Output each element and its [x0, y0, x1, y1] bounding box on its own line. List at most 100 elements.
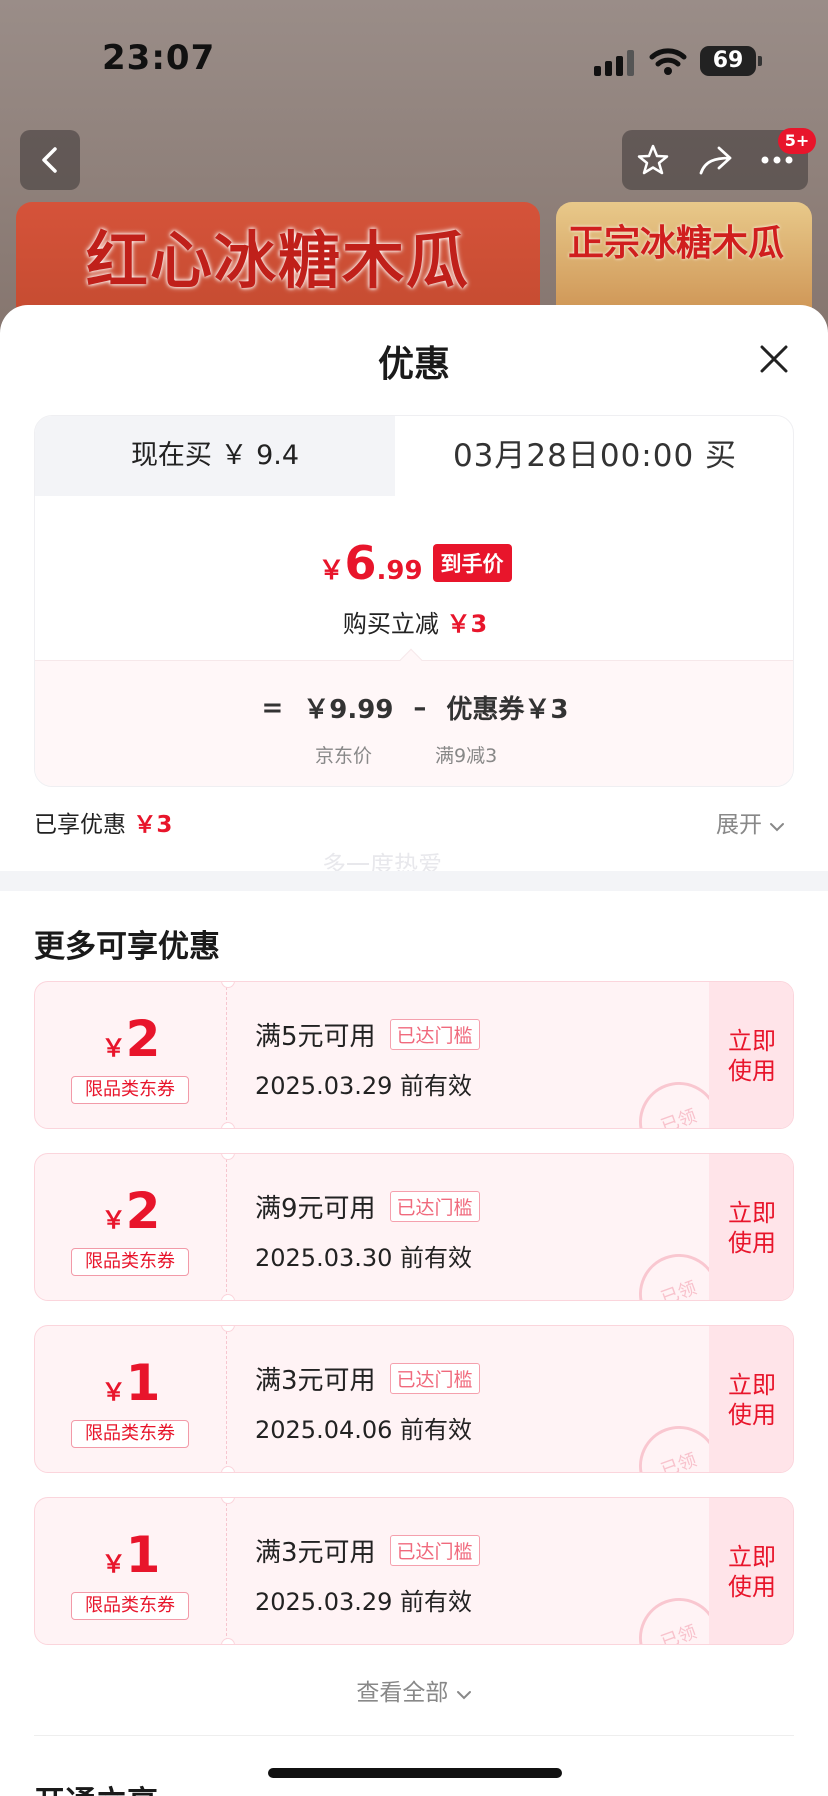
price-decimal: .99: [376, 556, 423, 586]
use-now-line2: 使用: [728, 1229, 776, 1257]
coupon-card: ￥1 限品类东券 满3元可用 已达门槛 2025.04.06 前有效 已领 立即使…: [34, 1325, 794, 1473]
see-all-label: 查看全部: [356, 1680, 449, 1706]
threshold-reached-badge: 已达门槛: [389, 1019, 480, 1050]
use-now-line2: 使用: [728, 1057, 776, 1085]
coupon-notch: [221, 1466, 235, 1472]
coupon-amount: ￥1: [35, 1354, 227, 1412]
tab-buy-later[interactable]: 03月28日00:00 买: [395, 416, 793, 496]
coupon-type-tag: 限品类东券: [71, 1592, 189, 1620]
use-now-button[interactable]: 立即 使用: [709, 1498, 793, 1644]
enjoyed-label: 已享优惠: [34, 812, 134, 838]
banner-left-text: 红心冰糖木瓜: [86, 224, 471, 297]
coupon-condition: 满3元可用 已达门槛: [255, 1532, 480, 1569]
coupon-condition-text: 满5元可用: [255, 1022, 376, 1052]
breakdown-row: = ￥9.99 – 优惠券￥3: [35, 689, 793, 726]
sheet-title: 优惠: [377, 344, 450, 385]
coupon-type-tag: 限品类东券: [71, 1420, 189, 1448]
coupon-condition-text: 满9元可用: [255, 1194, 376, 1224]
share-icon[interactable]: [697, 144, 733, 176]
coupon-value-area: ￥1 限品类东券: [35, 1498, 227, 1644]
coupon-amount: ￥1: [35, 1526, 227, 1584]
more-offers-title: 更多可享优惠: [34, 929, 220, 965]
see-all-button[interactable]: 查看全部: [0, 1673, 828, 1707]
instant-discount-label: 购买立减: [342, 610, 447, 638]
banner-right-text: 正宗冰糖木瓜: [568, 223, 785, 264]
status-bar: 23:07 69: [0, 0, 828, 120]
coupon-amount: ￥2: [35, 1182, 227, 1240]
expand-label: 展开: [716, 812, 762, 838]
coupon-currency: ￥: [101, 1378, 126, 1406]
close-icon[interactable]: [756, 341, 792, 377]
use-now-line1: 立即: [728, 1371, 776, 1399]
use-now-line2: 使用: [728, 1401, 776, 1429]
coupon-currency: ￥: [101, 1034, 126, 1062]
coupon-amount-value: 1: [125, 1526, 161, 1584]
use-now-button[interactable]: 立即 使用: [709, 1326, 793, 1472]
coupon-deduction: 优惠券￥3: [446, 695, 569, 725]
coupon-value-area: ￥2 限品类东券: [35, 1154, 227, 1300]
coupon-validity: 2025.03.30 前有效: [255, 1244, 473, 1272]
more-icon[interactable]: [760, 155, 794, 165]
chevron-down-icon: [770, 823, 785, 832]
final-price-tag: 到手价: [432, 544, 512, 582]
coupon-amount-value: 2: [125, 1010, 161, 1068]
coupon-type-tag: 限品类东券: [71, 1076, 189, 1104]
use-now-line2: 使用: [728, 1573, 776, 1601]
coupon-validity: 2025.03.29 前有效: [255, 1588, 473, 1616]
price-card: 现在买 ￥ 9.4 03月28日00:00 买 ￥ 6 .99 到手价 购买立减…: [34, 415, 794, 787]
coupon-type-tag: 限品类东券: [71, 1248, 189, 1276]
use-now-button[interactable]: 立即 使用: [709, 1154, 793, 1300]
battery-indicator: 69: [700, 46, 756, 76]
use-now-line1: 立即: [728, 1543, 776, 1571]
coupon-condition: 满5元可用 已达门槛: [255, 1016, 480, 1053]
coupon-notch: [221, 1294, 235, 1300]
back-button[interactable]: [20, 130, 80, 190]
chevron-down-icon: [456, 1691, 471, 1700]
coupon-card: ￥2 限品类东券 满9元可用 已达门槛 2025.03.30 前有效 已领 立即使…: [34, 1153, 794, 1301]
coupon-notch: [221, 1122, 235, 1128]
enjoyed-discount: 已享优惠 ￥3: [34, 805, 172, 839]
notification-badge: 5+: [778, 128, 816, 154]
status-time: 23:07: [102, 38, 216, 78]
threshold-reached-badge: 已达门槛: [389, 1363, 480, 1394]
coupon-validity: 2025.04.06 前有效: [255, 1416, 473, 1444]
threshold-reached-badge: 已达门槛: [389, 1535, 480, 1566]
tab-buy-now-label[interactable]: 现在买 ￥ 9.4: [35, 416, 395, 496]
coupon-condition: 满3元可用 已达门槛: [255, 1360, 480, 1397]
membership-section-title: 开通立享: [34, 1777, 158, 1796]
jd-price: ￥9.99: [303, 695, 394, 725]
use-now-button[interactable]: 立即 使用: [709, 982, 793, 1128]
coupon-notch: [221, 1638, 235, 1644]
instant-discount-value: ￥3: [446, 610, 488, 638]
chevron-left-icon: [42, 147, 57, 173]
cellular-signal-icon: [594, 50, 638, 76]
home-indicator[interactable]: [268, 1768, 562, 1778]
jd-price-label: 京东价: [315, 745, 373, 767]
coupon-currency: ￥: [101, 1206, 126, 1234]
star-icon[interactable]: [636, 143, 670, 177]
threshold-reached-badge: 已达门槛: [389, 1191, 480, 1222]
coupon-value-area: ￥1 限品类东券: [35, 1326, 227, 1472]
price-integer: 6: [344, 536, 377, 590]
coupon-amount: ￥2: [35, 1010, 227, 1068]
enjoyed-value: ￥3: [133, 812, 173, 838]
use-now-line1: 立即: [728, 1199, 776, 1227]
coupon-amount-value: 2: [125, 1182, 161, 1240]
coupon-value-area: ￥2 限品类东券: [35, 982, 227, 1128]
coupon-card: ￥1 限品类东券 满3元可用 已达门槛 2025.03.29 前有效 已领 立即使…: [34, 1497, 794, 1645]
coupon-currency: ￥: [101, 1550, 126, 1578]
section-divider: [0, 871, 828, 891]
minus-sign: –: [413, 692, 427, 723]
coupon-condition-text: 满3元可用: [255, 1538, 376, 1568]
coupon-validity: 2025.03.29 前有效: [255, 1072, 473, 1100]
price-breakdown: = ￥9.99 – 优惠券￥3 京东价 满9减3: [35, 660, 793, 786]
coupon-condition-label: 满9减3: [435, 745, 498, 767]
price-currency: ￥: [318, 556, 345, 586]
section-divider-line: [34, 1735, 794, 1736]
expand-button[interactable]: 展开: [716, 805, 785, 839]
battery-tip: [758, 56, 762, 66]
coupon-amount-value: 1: [125, 1354, 161, 1412]
final-price: ￥ 6 .99 到手价: [35, 536, 793, 590]
coupon-condition: 满9元可用 已达门槛: [255, 1188, 480, 1225]
equals-sign: =: [261, 692, 284, 723]
